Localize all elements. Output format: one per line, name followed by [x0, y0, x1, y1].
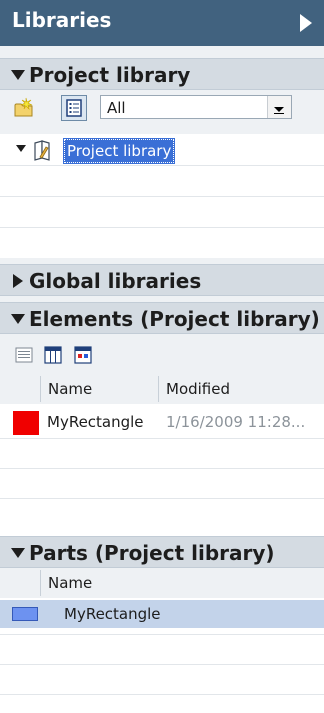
row-divider: [0, 468, 324, 469]
row-divider: [0, 438, 324, 439]
list-view-icon[interactable]: [42, 344, 64, 366]
global-libraries-section-header[interactable]: Global libraries: [0, 264, 324, 296]
expand-triangle-icon[interactable]: [16, 145, 26, 152]
parts-section-header[interactable]: Parts (Project library): [0, 536, 324, 568]
element-name: MyRectangle: [47, 413, 144, 431]
row-divider: [0, 196, 324, 197]
project-library-section-header[interactable]: Project library: [0, 58, 324, 90]
expand-triangle-icon[interactable]: [11, 314, 25, 324]
column-header-modified[interactable]: Modified: [158, 376, 324, 402]
element-modified: 1/16/2009 11:28...: [166, 413, 306, 431]
list-item[interactable]: MyRectangle: [0, 600, 324, 628]
row-divider: [0, 634, 324, 635]
panel-title: Libraries: [12, 8, 112, 32]
row-divider: [0, 664, 324, 665]
parts-list: MyRectangle: [0, 598, 324, 713]
elements-section-label: Elements (Project library): [29, 307, 320, 331]
tree-item-project-library[interactable]: Project library: [0, 138, 324, 164]
library-filter-dropdown[interactable]: All: [100, 95, 292, 119]
list-item[interactable]: MyRectangle 1/16/2009 11:28...: [0, 408, 324, 436]
elements-view-toolbar: [0, 338, 324, 372]
new-folder-icon[interactable]: [13, 97, 35, 119]
parts-section-label: Parts (Project library): [29, 541, 275, 565]
row-divider: [0, 694, 324, 695]
row-divider: [0, 165, 324, 166]
row-divider: [0, 498, 324, 499]
column-header-name[interactable]: Name: [40, 570, 324, 596]
filter-selected-value: All: [107, 99, 126, 117]
project-library-tree: Project library: [0, 134, 324, 258]
elements-section-header[interactable]: Elements (Project library): [0, 302, 324, 334]
column-header-name[interactable]: Name: [40, 376, 158, 402]
rectangle-blue-icon: [12, 607, 38, 621]
libraries-title-bar: Libraries: [0, 0, 324, 46]
details-view-icon[interactable]: [13, 344, 35, 366]
row-divider: [0, 227, 324, 228]
expand-triangle-icon[interactable]: [11, 548, 25, 558]
library-book-icon: [32, 139, 58, 161]
libraries-panel: Libraries Project library All Project li…: [0, 0, 324, 713]
tree-item-label: Project library: [62, 138, 176, 164]
collapsed-triangle-icon[interactable]: [13, 274, 23, 288]
project-library-toolbar: All: [0, 92, 324, 124]
global-libraries-section-label: Global libraries: [29, 269, 202, 293]
rectangle-red-icon: [13, 411, 39, 435]
overview-icon[interactable]: [72, 344, 94, 366]
project-library-section-label: Project library: [29, 63, 191, 87]
parts-column-header: Name: [0, 570, 324, 596]
dropdown-arrow-icon[interactable]: [267, 96, 291, 118]
elements-list: MyRectangle 1/16/2009 11:28...: [0, 404, 324, 536]
elements-column-header: Name Modified: [0, 376, 324, 402]
expand-triangle-icon[interactable]: [11, 70, 25, 80]
part-name: MyRectangle: [64, 605, 161, 623]
list-view-icon[interactable]: [61, 95, 87, 121]
collapse-panel-arrow-icon[interactable]: [300, 14, 312, 32]
